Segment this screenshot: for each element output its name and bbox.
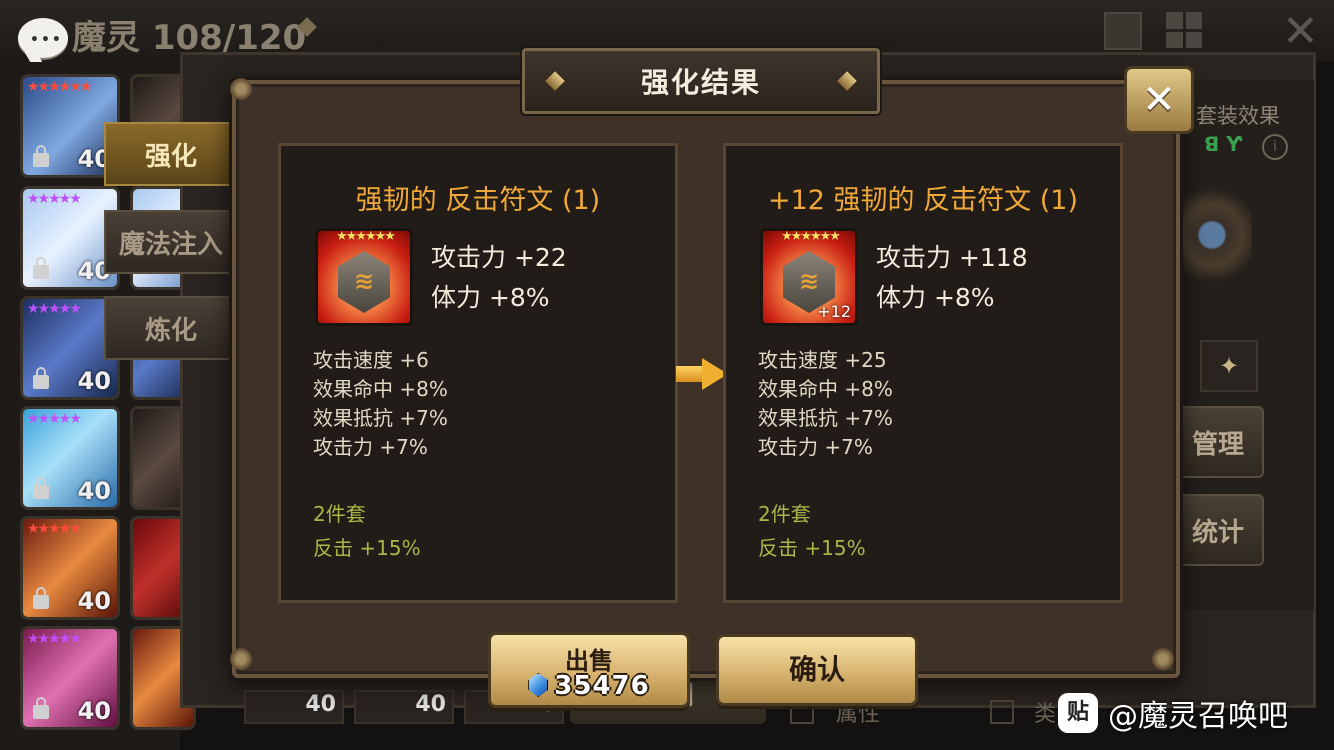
rune-slot-icon[interactable]	[1172, 180, 1252, 290]
star-rating: ★★★★★	[27, 631, 82, 647]
rune-star-rating: ★★★★★★	[336, 229, 396, 244]
rune-before-panel: 强韧的 反击符文 (1) ★★★★★★ ≋ 攻击力 +22 体力 +8% 攻击速…	[278, 143, 678, 603]
list-view-icon[interactable]	[1104, 12, 1142, 50]
sub-stat: 攻击力 +7%	[313, 435, 428, 459]
rune-icon: ★★★★★★ ≋ +12	[760, 228, 858, 326]
sub-stat: 效果命中 +8%	[313, 377, 448, 401]
lock-icon	[33, 587, 49, 609]
sub-stat: 效果抵抗 +7%	[313, 406, 448, 430]
diamond-icon	[543, 69, 567, 93]
info-icon[interactable]: i	[1262, 134, 1288, 160]
crystal-icon	[528, 673, 549, 697]
sell-price: 35476	[491, 671, 687, 701]
watermark-text: @魔灵召唤吧	[1108, 699, 1288, 734]
set-bonus: 反击 +15%	[313, 536, 421, 560]
set-name: 2件套	[313, 502, 366, 526]
monster-level: 40	[77, 367, 111, 395]
set-effect-label: 套装效果	[1196, 104, 1280, 128]
monster-card[interactable]: ★★★★★ 40	[20, 626, 120, 730]
close-icon[interactable]: ✕	[1124, 66, 1194, 134]
star-rating: ★★★★★	[27, 191, 82, 207]
frame-corner	[230, 648, 252, 670]
tab-power-up[interactable]: 强化	[104, 122, 238, 186]
star-rating: ★★★★★	[27, 301, 82, 317]
sell-button[interactable]: 出售 35476	[488, 632, 690, 708]
diamond-icon	[835, 69, 859, 93]
sub-stat: 效果命中 +8%	[758, 377, 893, 401]
tab-magic-infuse[interactable]: 魔法注入	[104, 210, 238, 274]
main-stat: 体力 +8%	[876, 283, 995, 312]
main-stat: 体力 +8%	[431, 283, 550, 312]
star-rating: ★★★★★	[27, 521, 82, 537]
dialog-title: 强化结果	[640, 66, 761, 99]
monster-level: 40	[77, 697, 111, 725]
rune-card[interactable]: 40	[354, 690, 454, 724]
frame-corner	[1152, 648, 1174, 670]
lock-icon	[33, 477, 49, 499]
filter-type-checkbox[interactable]	[990, 700, 1014, 724]
star-rating: ★★★★★★	[27, 79, 92, 95]
frame-corner	[230, 78, 252, 100]
set-rune-icons: ꓭ Ƴ	[1204, 132, 1243, 156]
rune-upgrade-level: +12	[817, 302, 851, 321]
set-bonus: 反击 +15%	[758, 536, 866, 560]
rune-star-rating: ★★★★★★	[781, 229, 841, 244]
confirm-button[interactable]: 确认	[716, 634, 918, 706]
star-rating: ★★★★★	[27, 411, 82, 427]
sub-stat: 效果抵抗 +7%	[758, 406, 893, 430]
rune-title: 强韧的 反击符文 (1)	[355, 185, 601, 216]
revenge-rune-icon: ≋	[338, 251, 390, 313]
main-stat: 攻击力 +22	[431, 243, 567, 272]
set-name: 2件套	[758, 502, 811, 526]
rune-title: +12 强韧的 反击符文 (1)	[768, 185, 1078, 216]
rune-after-panel: +12 强韧的 反击符文 (1) ★★★★★★ ≋ +12 攻击力 +118 体…	[723, 143, 1123, 603]
monster-card[interactable]: ★★★★★ 40	[20, 406, 120, 510]
lock-icon	[33, 145, 49, 167]
monster-card[interactable]: ★★★★★ 40	[20, 516, 120, 620]
dialog-title-plate: 强化结果	[522, 48, 880, 114]
sub-stat: 攻击力 +7%	[758, 435, 873, 459]
sell-price-value: 35476	[554, 671, 650, 701]
tab-refine[interactable]: 炼化	[104, 296, 238, 360]
close-icon[interactable]: ✕	[1282, 6, 1319, 57]
filter-type-label: 类	[1034, 702, 1057, 727]
monster-level: 40	[77, 477, 111, 505]
sub-stat: 攻击速度 +25	[758, 348, 887, 372]
sparkle-icon[interactable]: ✦	[1200, 340, 1258, 392]
watermark: 贴 @魔灵召唤吧	[1058, 688, 1288, 738]
lock-icon	[33, 367, 49, 389]
sub-stat: 攻击速度 +6	[313, 348, 429, 372]
rune-icon: ★★★★★★ ≋	[315, 228, 413, 326]
tieba-logo-icon: 贴	[1058, 693, 1098, 733]
monster-level: 40	[77, 587, 111, 615]
lock-icon	[33, 697, 49, 719]
grid-view-icon[interactable]	[1166, 12, 1202, 48]
lock-icon	[33, 257, 49, 279]
rune-card[interactable]: 40	[244, 690, 344, 724]
chat-icon[interactable]: •••	[18, 18, 68, 58]
main-stat: 攻击力 +118	[876, 243, 1028, 272]
